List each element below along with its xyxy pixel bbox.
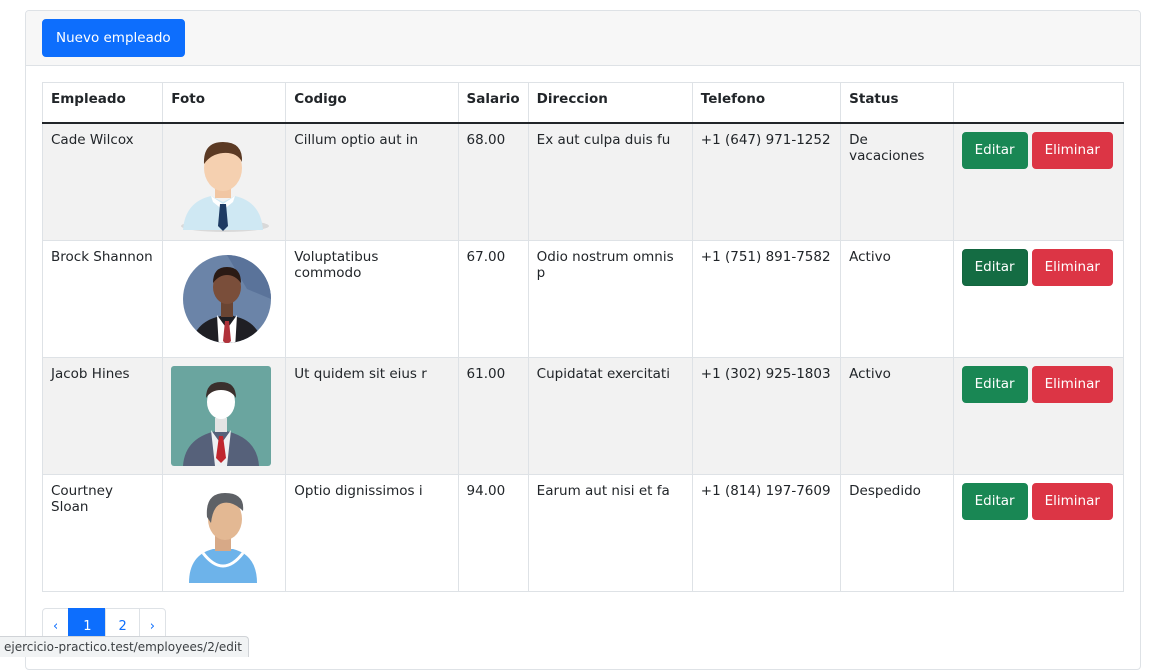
column-header-direccion: Direccion — [527, 82, 693, 124]
table-row: Courtney Sloan Optio dignissimos i 94.00… — [41, 473, 1125, 592]
table-row: Cade Wilcox Cillum optio aut in 68.00 Ex… — [41, 122, 1125, 241]
new-employee-button[interactable]: Nuevo empleado — [42, 19, 185, 57]
table-header-row: Empleado Foto Codigo Salario Direccion T… — [41, 82, 1125, 124]
column-header-codigo: Codigo — [285, 82, 459, 124]
actions-cell: Editar Eliminar — [952, 239, 1125, 358]
employee-name: Jacob Hines — [41, 356, 164, 475]
employee-phone: +1 (302) 925-1803 — [691, 356, 842, 475]
employee-phone: +1 (751) 891-7582 — [691, 239, 842, 358]
employee-address: Odio nostrum omnis p — [527, 239, 693, 358]
employee-name: Cade Wilcox — [41, 122, 164, 241]
photo-cell — [162, 122, 287, 241]
edit-button[interactable]: Editar — [961, 482, 1028, 520]
employee-status: Despedido — [840, 473, 954, 592]
edit-button[interactable]: Editar — [961, 131, 1028, 169]
employee-photo-flat-avatar — [171, 365, 272, 466]
employee-address: Cupidatat exercitati — [527, 356, 693, 475]
link-preview-status-bar: ejercicio-practico.test/employees/2/edit — [0, 636, 249, 657]
employee-salary: 94.00 — [457, 473, 529, 592]
table-row: Jacob Hines Ut quidem sit eius r 61.00 C… — [41, 356, 1125, 475]
column-header-status: Status — [840, 82, 954, 124]
employee-photo-businessman-3d — [181, 141, 270, 232]
employee-phone: +1 (814) 197-7609 — [691, 473, 842, 592]
employee-status: De vacaciones — [840, 122, 954, 241]
card-header: Nuevo empleado — [26, 11, 1140, 66]
employee-status: Activo — [840, 356, 954, 475]
actions-cell: Editar Eliminar — [952, 356, 1125, 475]
column-header-foto: Foto — [162, 82, 287, 124]
column-header-telefono: Telefono — [691, 82, 842, 124]
employees-card: Nuevo empleado Empleado Foto Codigo Sala… — [25, 10, 1141, 670]
table-row: Brock Shannon Voluptatibus commodo 67.00… — [41, 239, 1125, 358]
employee-salary: 68.00 — [457, 122, 529, 241]
delete-button[interactable]: Eliminar — [1031, 482, 1113, 520]
employee-code: Cillum optio aut in — [285, 122, 459, 241]
employee-code: Optio dignissimos i — [285, 473, 459, 592]
employee-address: Ex aut culpa duis fu — [527, 122, 693, 241]
edit-button[interactable]: Editar — [961, 248, 1028, 286]
photo-cell — [162, 239, 287, 358]
employee-photo-circle-avatar — [183, 254, 272, 343]
employee-photo-user-3d — [189, 492, 258, 583]
actions-cell: Editar Eliminar — [952, 122, 1125, 241]
delete-button[interactable]: Eliminar — [1031, 365, 1113, 403]
column-header-salario: Salario — [457, 82, 529, 124]
photo-cell — [162, 473, 287, 592]
employee-status: Activo — [840, 239, 954, 358]
employee-salary: 67.00 — [457, 239, 529, 358]
employee-salary: 61.00 — [457, 356, 529, 475]
employee-address: Earum aut nisi et fa — [527, 473, 693, 592]
employees-table: Empleado Foto Codigo Salario Direccion T… — [41, 82, 1125, 592]
delete-button[interactable]: Eliminar — [1031, 248, 1113, 286]
card-body: Empleado Foto Codigo Salario Direccion T… — [26, 66, 1140, 646]
photo-cell — [162, 356, 287, 475]
employee-phone: +1 (647) 971-1252 — [691, 122, 842, 241]
employee-name: Courtney Sloan — [41, 473, 164, 592]
employee-code: Ut quidem sit eius r — [285, 356, 459, 475]
edit-button[interactable]: Editar — [961, 365, 1028, 403]
column-header-actions — [952, 82, 1125, 124]
employee-code: Voluptatibus commodo — [285, 239, 459, 358]
column-header-empleado: Empleado — [41, 82, 164, 124]
actions-cell: Editar Eliminar — [952, 473, 1125, 592]
employee-name: Brock Shannon — [41, 239, 164, 358]
delete-button[interactable]: Eliminar — [1031, 131, 1113, 169]
